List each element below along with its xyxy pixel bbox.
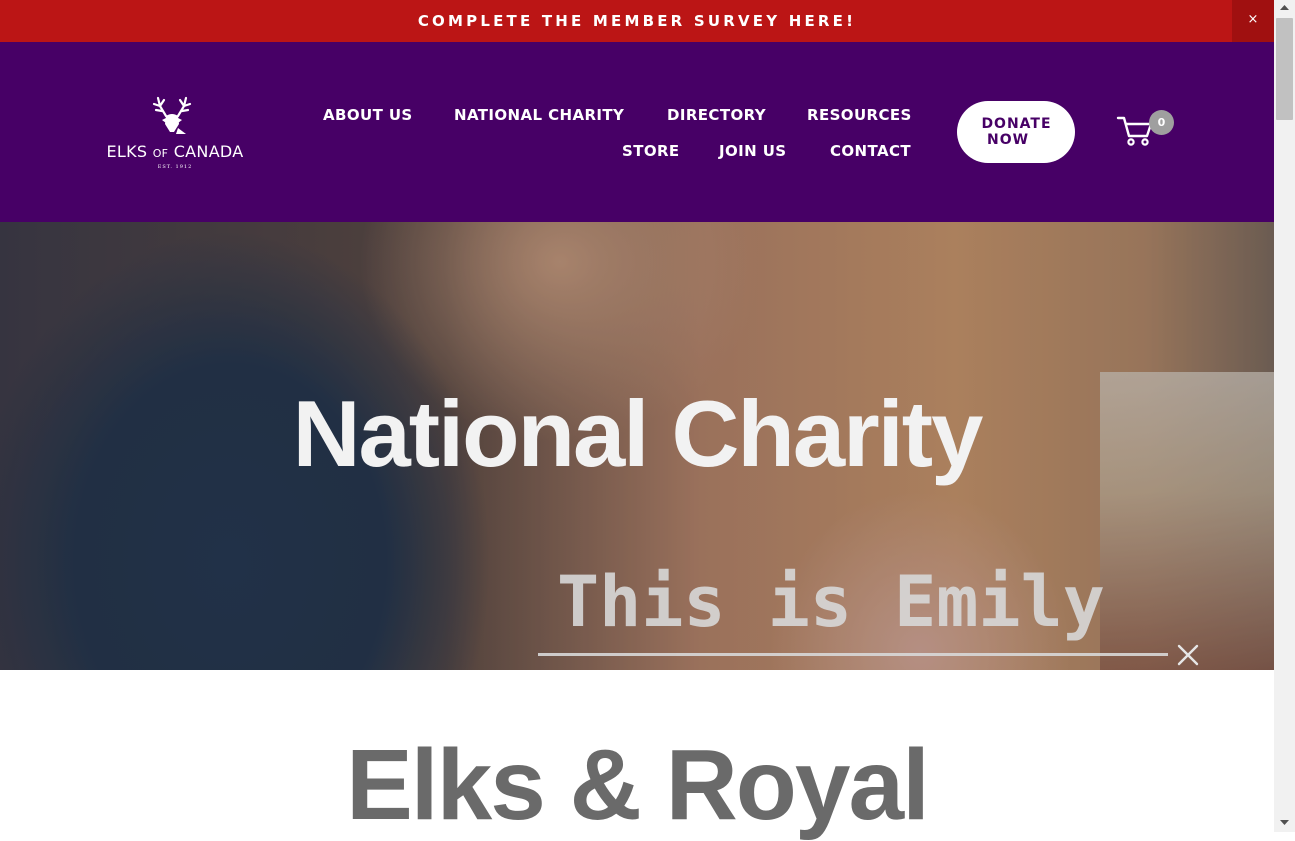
logo-word-elks: ELKS <box>106 142 148 161</box>
page-scrollbar[interactable] <box>1274 0 1295 832</box>
nav-about-us[interactable]: ABOUT US <box>323 105 413 125</box>
donate-label-line2: NOW <box>987 132 1030 148</box>
hero-caption-underline <box>538 653 1168 656</box>
hero-title: National Charity <box>292 381 984 486</box>
scrollbar-thumb[interactable] <box>1276 18 1293 120</box>
scroll-up-arrow-icon[interactable] <box>1274 0 1295 16</box>
nav-join-us[interactable]: JOIN US <box>719 141 786 161</box>
nav-directory[interactable]: DIRECTORY <box>667 105 766 125</box>
close-icon[interactable] <box>1176 643 1200 667</box>
nav-resources[interactable]: RESOURCES <box>807 105 912 125</box>
scroll-down-arrow-icon[interactable] <box>1274 814 1295 830</box>
logo-word-canada: CANADA <box>173 142 244 161</box>
logo-word-of: OF <box>152 147 169 160</box>
nav-national-charity[interactable]: NATIONAL CHARITY <box>454 105 624 125</box>
donate-now-button[interactable]: DONATE NOW <box>957 101 1075 163</box>
survey-link[interactable]: COMPLETE THE MEMBER SURVEY HERE! <box>0 0 1274 42</box>
elk-head-icon <box>152 96 192 134</box>
logo-established: EST. 1912 <box>157 164 193 170</box>
logo-wordmark: ELKS OF CANADA <box>98 142 252 161</box>
hero-video-banner[interactable]: National Charity This is Emily <box>0 222 1274 670</box>
section-title: Elks & Royal <box>346 729 930 841</box>
nav-contact[interactable]: CONTACT <box>830 141 911 161</box>
cart-count-badge: 0 <box>1149 110 1174 135</box>
site-logo[interactable]: ELKS OF CANADA EST. 1912 <box>98 94 252 174</box>
survey-banner[interactable]: COMPLETE THE MEMBER SURVEY HERE! <box>0 0 1274 42</box>
donate-label-line1: DONATE <box>981 116 1052 132</box>
site-header: ELKS OF CANADA EST. 1912 ABOUT US NATION… <box>0 42 1274 222</box>
hero-video-caption: This is Emily <box>557 561 1105 643</box>
nav-store[interactable]: STORE <box>622 141 680 161</box>
survey-close-button[interactable]: × <box>1232 0 1274 42</box>
